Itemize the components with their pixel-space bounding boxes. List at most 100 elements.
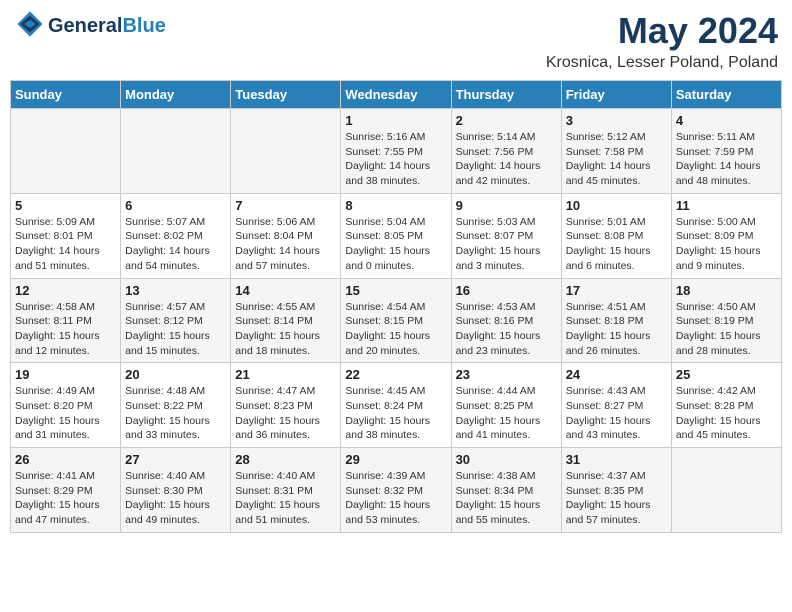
day-number: 28 (235, 452, 336, 467)
calendar-cell: 17 Sunrise: 4:51 AMSunset: 8:18 PMDayligh… (561, 278, 671, 363)
day-number: 5 (15, 198, 116, 213)
day-number: 10 (566, 198, 667, 213)
calendar-cell: 24 Sunrise: 4:43 AMSunset: 8:27 PMDayligh… (561, 363, 671, 448)
day-number: 2 (456, 113, 557, 128)
day-number: 20 (125, 367, 226, 382)
day-info: Sunrise: 5:14 AMSunset: 7:56 PMDaylight:… (456, 130, 557, 189)
calendar-cell: 28 Sunrise: 4:40 AMSunset: 8:31 PMDayligh… (231, 448, 341, 533)
day-number: 9 (456, 198, 557, 213)
day-number: 27 (125, 452, 226, 467)
day-info: Sunrise: 4:40 AMSunset: 8:30 PMDaylight:… (125, 469, 226, 528)
calendar-cell: 21Sunrise: 4:47 AMSunset: 8:23 PMDayligh… (231, 363, 341, 448)
day-info: Sunrise: 4:40 AMSunset: 8:31 PMDaylight:… (235, 469, 336, 528)
calendar-cell: 30 Sunrise: 4:38 AMSunset: 8:34 PMDayligh… (451, 448, 561, 533)
calendar-cell: 13Sunrise: 4:57 AMSunset: 8:12 PMDayligh… (121, 278, 231, 363)
day-number: 19 (15, 367, 116, 382)
day-info: Sunrise: 4:41 AMSunset: 8:29 PMDaylight:… (15, 469, 116, 528)
calendar-week-row: 5 Sunrise: 5:09 AMSunset: 8:01 PMDaylight… (11, 193, 782, 278)
day-number: 12 (15, 283, 116, 298)
day-number: 21 (235, 367, 336, 382)
day-number: 4 (676, 113, 777, 128)
calendar-cell: 19 Sunrise: 4:49 AMSunset: 8:20 PMDayligh… (11, 363, 121, 448)
day-number: 22 (345, 367, 446, 382)
day-info: Sunrise: 5:04 AMSunset: 8:05 PMDaylight:… (345, 215, 446, 274)
calendar-week-row: 19 Sunrise: 4:49 AMSunset: 8:20 PMDayligh… (11, 363, 782, 448)
day-info: Sunrise: 4:58 AMSunset: 8:11 PMDaylight:… (15, 300, 116, 359)
day-info: Sunrise: 5:06 AMSunset: 8:04 PMDaylight:… (235, 215, 336, 274)
day-info: Sunrise: 4:37 AMSunset: 8:35 PMDaylight:… (566, 469, 667, 528)
day-info: Sunrise: 4:43 AMSunset: 8:27 PMDaylight:… (566, 384, 667, 443)
calendar-cell: 15Sunrise: 4:54 AMSunset: 8:15 PMDayligh… (341, 278, 451, 363)
calendar-cell: 8 Sunrise: 5:04 AMSunset: 8:05 PMDaylight… (341, 193, 451, 278)
calendar-cell: 11 Sunrise: 5:00 AMSunset: 8:09 PMDayligh… (671, 193, 781, 278)
day-info: Sunrise: 4:44 AMSunset: 8:25 PMDaylight:… (456, 384, 557, 443)
day-info: Sunrise: 4:48 AMSunset: 8:22 PMDaylight:… (125, 384, 226, 443)
calendar-header-row: SundayMondayTuesdayWednesdayThursdayFrid… (11, 81, 782, 109)
calendar-cell: 5 Sunrise: 5:09 AMSunset: 8:01 PMDaylight… (11, 193, 121, 278)
calendar-cell: 7 Sunrise: 5:06 AMSunset: 8:04 PMDaylight… (231, 193, 341, 278)
header-day-tuesday: Tuesday (231, 81, 341, 109)
day-number: 16 (456, 283, 557, 298)
calendar-cell: 1 Sunrise: 5:16 AMSunset: 7:55 PMDaylight… (341, 109, 451, 194)
header-day-monday: Monday (121, 81, 231, 109)
day-info: Sunrise: 5:07 AMSunset: 8:02 PMDaylight:… (125, 215, 226, 274)
day-number: 31 (566, 452, 667, 467)
day-info: Sunrise: 5:11 AMSunset: 7:59 PMDaylight:… (676, 130, 777, 189)
calendar-week-row: 26 Sunrise: 4:41 AMSunset: 8:29 PMDayligh… (11, 448, 782, 533)
logo-general: General (48, 15, 122, 38)
day-number: 30 (456, 452, 557, 467)
day-number: 11 (676, 198, 777, 213)
calendar-cell (121, 109, 231, 194)
day-info: Sunrise: 4:45 AMSunset: 8:24 PMDaylight:… (345, 384, 446, 443)
header-day-sunday: Sunday (11, 81, 121, 109)
calendar-week-row: 12 Sunrise: 4:58 AMSunset: 8:11 PMDayligh… (11, 278, 782, 363)
calendar-cell: 31 Sunrise: 4:37 AMSunset: 8:35 PMDayligh… (561, 448, 671, 533)
day-info: Sunrise: 4:39 AMSunset: 8:32 PMDaylight:… (345, 469, 446, 528)
calendar-cell: 2 Sunrise: 5:14 AMSunset: 7:56 PMDaylight… (451, 109, 561, 194)
header-day-wednesday: Wednesday (341, 81, 451, 109)
logo: General Blue (14, 10, 166, 43)
day-number: 14 (235, 283, 336, 298)
calendar-cell: 27 Sunrise: 4:40 AMSunset: 8:30 PMDayligh… (121, 448, 231, 533)
day-number: 26 (15, 452, 116, 467)
day-info: Sunrise: 4:54 AMSunset: 8:15 PMDaylight:… (345, 300, 446, 359)
day-info: Sunrise: 4:51 AMSunset: 8:18 PMDaylight:… (566, 300, 667, 359)
calendar-cell: 25Sunrise: 4:42 AMSunset: 8:28 PMDayligh… (671, 363, 781, 448)
day-info: Sunrise: 4:49 AMSunset: 8:20 PMDaylight:… (15, 384, 116, 443)
calendar-cell (231, 109, 341, 194)
logo-blue: Blue (122, 15, 165, 38)
day-number: 1 (345, 113, 446, 128)
day-info: Sunrise: 5:16 AMSunset: 7:55 PMDaylight:… (345, 130, 446, 189)
day-number: 24 (566, 367, 667, 382)
day-info: Sunrise: 5:12 AMSunset: 7:58 PMDaylight:… (566, 130, 667, 189)
calendar-cell: 14Sunrise: 4:55 AMSunset: 8:14 PMDayligh… (231, 278, 341, 363)
calendar-cell (11, 109, 121, 194)
calendar-cell: 26 Sunrise: 4:41 AMSunset: 8:29 PMDayligh… (11, 448, 121, 533)
calendar-table: SundayMondayTuesdayWednesdayThursdayFrid… (10, 80, 782, 533)
day-number: 13 (125, 283, 226, 298)
day-number: 23 (456, 367, 557, 382)
day-number: 3 (566, 113, 667, 128)
calendar-cell: 16Sunrise: 4:53 AMSunset: 8:16 PMDayligh… (451, 278, 561, 363)
day-info: Sunrise: 5:09 AMSunset: 8:01 PMDaylight:… (15, 215, 116, 274)
header-day-friday: Friday (561, 81, 671, 109)
day-info: Sunrise: 5:03 AMSunset: 8:07 PMDaylight:… (456, 215, 557, 274)
day-info: Sunrise: 5:00 AMSunset: 8:09 PMDaylight:… (676, 215, 777, 274)
title-block: May 2024 Krosnica, Lesser Poland, Poland (546, 10, 778, 72)
day-info: Sunrise: 4:38 AMSunset: 8:34 PMDaylight:… (456, 469, 557, 528)
day-number: 6 (125, 198, 226, 213)
calendar-cell: 10Sunrise: 5:01 AMSunset: 8:08 PMDayligh… (561, 193, 671, 278)
month-title: May 2024 (546, 10, 778, 52)
location-title: Krosnica, Lesser Poland, Poland (546, 54, 778, 72)
day-number: 8 (345, 198, 446, 213)
day-info: Sunrise: 4:42 AMSunset: 8:28 PMDaylight:… (676, 384, 777, 443)
day-number: 7 (235, 198, 336, 213)
day-number: 17 (566, 283, 667, 298)
header-day-saturday: Saturday (671, 81, 781, 109)
calendar-cell: 20 Sunrise: 4:48 AMSunset: 8:22 PMDayligh… (121, 363, 231, 448)
calendar-cell: 9 Sunrise: 5:03 AMSunset: 8:07 PMDaylight… (451, 193, 561, 278)
calendar-body: 1 Sunrise: 5:16 AMSunset: 7:55 PMDaylight… (11, 109, 782, 533)
logo-icon (16, 10, 44, 38)
calendar-cell: 18Sunrise: 4:50 AMSunset: 8:19 PMDayligh… (671, 278, 781, 363)
calendar-cell: 6 Sunrise: 5:07 AMSunset: 8:02 PMDaylight… (121, 193, 231, 278)
